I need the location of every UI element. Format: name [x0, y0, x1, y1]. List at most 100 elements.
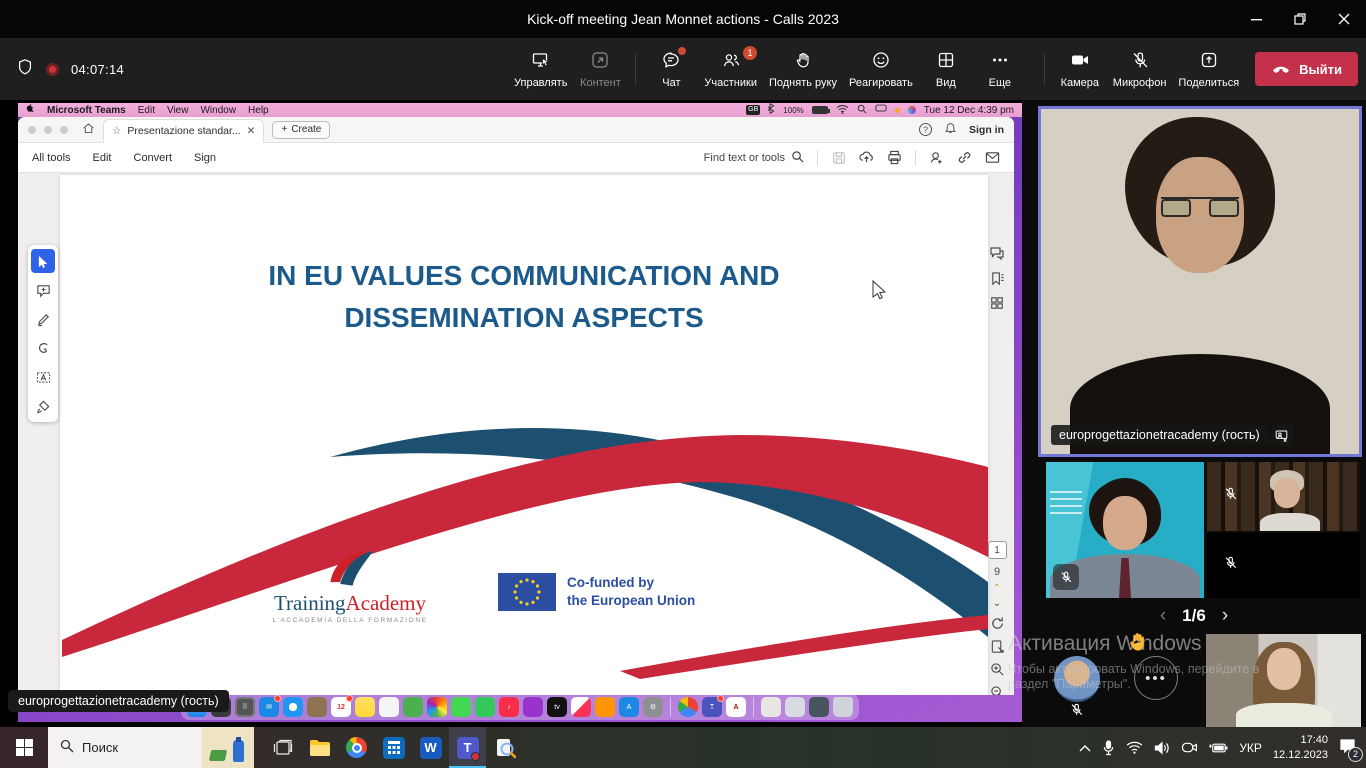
- previous-page-chevron[interactable]: ⌃: [993, 585, 1001, 593]
- highlight-tool[interactable]: [31, 307, 55, 331]
- bell-icon[interactable]: [944, 122, 957, 138]
- start-button[interactable]: [0, 727, 48, 768]
- keyboard-layout-badge[interactable]: GB: [746, 105, 760, 115]
- sign-in-button[interactable]: Sign in: [969, 124, 1004, 136]
- active-speaker-video[interactable]: europrogettazionetracademy (гость): [1038, 106, 1362, 457]
- manage-button[interactable]: Управлять: [508, 38, 573, 100]
- minimize-button[interactable]: [1234, 0, 1278, 38]
- dock-icon-teams[interactable]: T: [702, 697, 722, 717]
- dock-icon-safari[interactable]: [283, 697, 303, 717]
- dock-icon-notes[interactable]: [355, 697, 375, 717]
- participant-video-4[interactable]: [1206, 634, 1361, 727]
- create-tab-button[interactable]: + Create: [272, 121, 330, 139]
- mic-button[interactable]: Микрофон: [1107, 38, 1173, 100]
- mac-clock[interactable]: Tue 12 Dec 4:39 pm: [924, 105, 1014, 116]
- dock-icon-settings[interactable]: ⚙: [643, 697, 663, 717]
- dock-icon-document1[interactable]: [761, 697, 781, 717]
- dock-icon-facetime[interactable]: [475, 697, 495, 717]
- menu-edit[interactable]: Edit: [93, 152, 112, 164]
- raise-hand-button[interactable]: Поднять руку: [763, 38, 843, 100]
- dock-icon-music[interactable]: ♪: [499, 697, 519, 717]
- participant-video-1[interactable]: [1046, 462, 1204, 598]
- content-button[interactable]: Контент: [573, 38, 627, 100]
- menubar-app-icon[interactable]: [908, 106, 916, 114]
- dock-icon-photos[interactable]: [427, 697, 447, 717]
- dock-icon-tv[interactable]: tv: [547, 697, 567, 717]
- previous-page-button[interactable]: ‹: [1160, 605, 1166, 627]
- traffic-light-zoom[interactable]: [60, 126, 68, 134]
- menu-sign[interactable]: Sign: [194, 152, 216, 164]
- tray-mic-icon[interactable]: [1102, 740, 1115, 756]
- dock-icon-document2[interactable]: [785, 697, 805, 717]
- close-button[interactable]: [1322, 0, 1366, 38]
- magnifier-app-button[interactable]: [486, 727, 523, 768]
- dock-icon-books[interactable]: [595, 697, 615, 717]
- zoom-out-icon[interactable]: [989, 684, 1005, 695]
- link-icon[interactable]: [957, 150, 972, 165]
- home-icon[interactable]: [82, 122, 95, 138]
- comment-tool[interactable]: [31, 278, 55, 302]
- traffic-light-close[interactable]: [28, 126, 36, 134]
- comments-panel-icon[interactable]: [989, 245, 1005, 261]
- menu-all-tools[interactable]: All tools: [32, 152, 71, 164]
- spotlight-icon[interactable]: [857, 104, 867, 117]
- mac-menu-window[interactable]: Window: [200, 105, 236, 116]
- share-button[interactable]: Поделиться: [1172, 38, 1245, 100]
- dock-icon-trash[interactable]: [833, 697, 853, 717]
- next-page-chevron[interactable]: ⌄: [993, 600, 1001, 608]
- participant-avatar-tile[interactable]: [1054, 656, 1100, 702]
- file-explorer-button[interactable]: [301, 727, 338, 768]
- page-thumbnails-icon[interactable]: [989, 295, 1005, 311]
- word-button[interactable]: W: [412, 727, 449, 768]
- dock-icon-chrome[interactable]: [678, 697, 698, 717]
- dock-icon-document3[interactable]: [809, 697, 829, 717]
- apple-icon[interactable]: [26, 103, 35, 117]
- dock-icon-launchpad[interactable]: ⠿: [235, 697, 255, 717]
- view-button[interactable]: Вид: [919, 38, 973, 100]
- draw-tool[interactable]: [31, 336, 55, 360]
- notification-center-button[interactable]: 2: [1339, 738, 1356, 758]
- wifi-icon[interactable]: [836, 104, 849, 117]
- more-button[interactable]: Еще: [973, 38, 1027, 100]
- fit-page-icon[interactable]: [989, 638, 1005, 654]
- participant-video-2[interactable]: [1207, 462, 1360, 531]
- camera-button[interactable]: Камера: [1053, 38, 1107, 100]
- upload-cloud-icon[interactable]: [859, 150, 874, 165]
- dock-icon-news[interactable]: [571, 697, 591, 717]
- next-page-button[interactable]: ›: [1222, 605, 1228, 627]
- taskbar-clock[interactable]: 17:40 12.12.2023: [1273, 733, 1328, 762]
- teams-button[interactable]: T: [449, 727, 486, 768]
- leave-button[interactable]: Выйти: [1255, 52, 1358, 86]
- task-view-button[interactable]: [264, 727, 301, 768]
- tray-expand-chevron[interactable]: [1079, 744, 1091, 752]
- favorite-star-icon[interactable]: ☆: [112, 125, 121, 137]
- save-icon[interactable]: [831, 150, 846, 165]
- mac-menu-edit[interactable]: Edit: [138, 105, 155, 116]
- share-people-icon[interactable]: [929, 150, 944, 165]
- bookmarks-panel-icon[interactable]: [989, 270, 1005, 286]
- tab-close-icon[interactable]: ✕: [247, 125, 256, 137]
- dock-icon-calendar[interactable]: 12: [331, 697, 351, 717]
- print-icon[interactable]: [887, 150, 902, 165]
- zoom-in-icon[interactable]: [989, 661, 1005, 677]
- language-indicator[interactable]: УКР: [1239, 741, 1262, 755]
- traffic-light-minimize[interactable]: [44, 126, 52, 134]
- chrome-button[interactable]: [338, 727, 375, 768]
- participants-button[interactable]: 1 Участники: [698, 38, 763, 100]
- chat-button[interactable]: Чат: [644, 38, 698, 100]
- document-tab[interactable]: ☆ Presentazione standar... ✕: [103, 119, 264, 143]
- dock-icon-messages[interactable]: [451, 697, 471, 717]
- rotate-page-icon[interactable]: [989, 615, 1005, 631]
- tray-battery-icon[interactable]: [1208, 742, 1228, 754]
- display-icon[interactable]: [875, 104, 887, 116]
- tray-wifi-icon[interactable]: [1126, 741, 1143, 754]
- calculator-button[interactable]: [375, 727, 412, 768]
- dock-icon-findmy[interactable]: [403, 697, 423, 717]
- dock-icon-mail[interactable]: ✉: [259, 697, 279, 717]
- mac-menu-view[interactable]: View: [167, 105, 189, 116]
- email-icon[interactable]: [985, 150, 1000, 165]
- dock-icon-reminders[interactable]: [379, 697, 399, 717]
- help-icon[interactable]: ?: [919, 123, 932, 136]
- fill-sign-tool[interactable]: [31, 394, 55, 418]
- react-button[interactable]: Реагировать: [843, 38, 919, 100]
